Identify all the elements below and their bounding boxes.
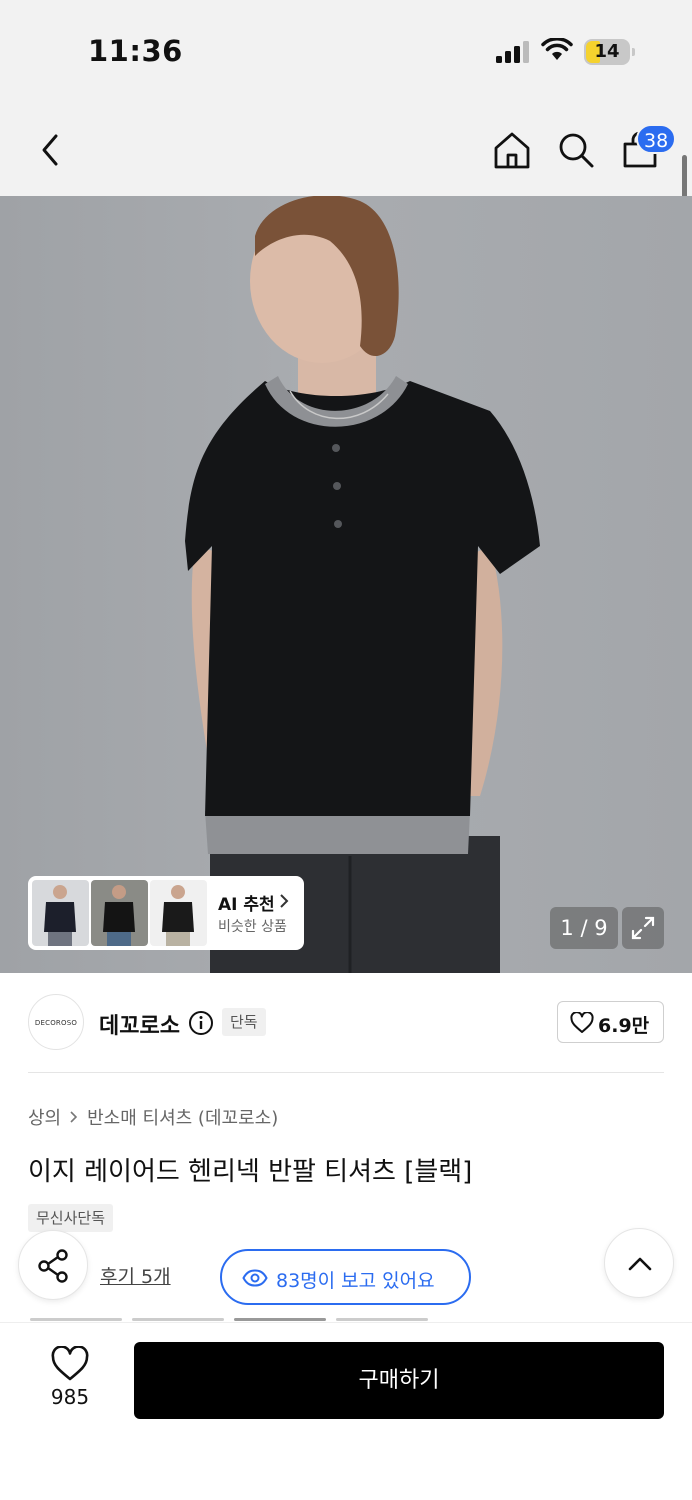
eye-icon <box>242 1269 268 1287</box>
expand-icon <box>631 916 655 940</box>
battery-icon: 14 <box>584 39 636 65</box>
brand-logo[interactable]: DECOROSO <box>28 994 84 1050</box>
signal-icon <box>496 41 529 63</box>
product-title: 이지 레이어드 헨리넥 반팔 티셔츠 [블랙] <box>28 1157 473 1187</box>
product-photo <box>185 196 540 973</box>
ai-thumbnail-1 <box>32 880 89 946</box>
brand-name[interactable]: 데꼬로소 <box>99 1008 180 1040</box>
breadcrumb-category[interactable]: 상의 <box>28 1104 61 1130</box>
ai-thumbnail-3 <box>150 880 207 946</box>
image-counter: 1 / 9 <box>550 907 618 949</box>
status-time: 11:36 <box>88 34 183 68</box>
status-bar: 11:36 14 <box>0 0 692 100</box>
heart-icon <box>570 1012 594 1033</box>
wifi-icon <box>541 38 573 60</box>
expand-image-button[interactable] <box>622 907 664 949</box>
back-icon[interactable] <box>32 130 68 170</box>
chevron-right-icon <box>280 894 289 908</box>
breadcrumb-subcategory[interactable]: 반소매 티셔츠 (데꼬로소) <box>87 1104 278 1130</box>
musinsa-exclusive-badge: 무신사단독 <box>28 1204 114 1232</box>
battery-percent: 14 <box>594 41 620 62</box>
ai-recommendation-card[interactable]: AI 추천 비슷한 상품 <box>28 876 304 950</box>
reviews-link[interactable]: 후기 5개 <box>100 1262 171 1289</box>
divider <box>28 1072 664 1073</box>
home-icon[interactable] <box>492 130 532 170</box>
search-icon[interactable] <box>556 130 596 170</box>
wishlist-count: 985 <box>50 1385 90 1409</box>
product-image-carousel[interactable] <box>0 196 692 973</box>
share-icon <box>38 1249 68 1283</box>
scroll-to-top-button[interactable] <box>604 1228 674 1298</box>
breadcrumb: 상의 반소매 티셔츠 (데꼬로소) <box>28 1104 278 1130</box>
viewers-badge: 83명이 보고 있어요 <box>220 1249 471 1305</box>
share-button[interactable] <box>18 1230 88 1300</box>
ai-recommend-subtitle: 비슷한 상품 <box>218 919 287 935</box>
brand-like-count: 6.9만 <box>598 1015 650 1037</box>
chevron-right-icon <box>70 1111 78 1123</box>
brand-like-button[interactable]: 6.9만 <box>557 1001 664 1043</box>
cart-count-badge: 38 <box>636 124 677 154</box>
viewers-text: 83명이 보고 있어요 <box>276 1270 435 1292</box>
chevron-up-icon <box>628 1257 652 1271</box>
ai-thumbnail-2 <box>91 880 148 946</box>
buy-button[interactable]: 구매하기 <box>134 1342 664 1419</box>
exclusive-tag: 단독 <box>222 1008 266 1036</box>
info-icon[interactable] <box>188 1010 214 1036</box>
wishlist-heart-icon[interactable] <box>50 1346 90 1382</box>
ai-recommend-title: AI 추천 <box>218 895 275 915</box>
